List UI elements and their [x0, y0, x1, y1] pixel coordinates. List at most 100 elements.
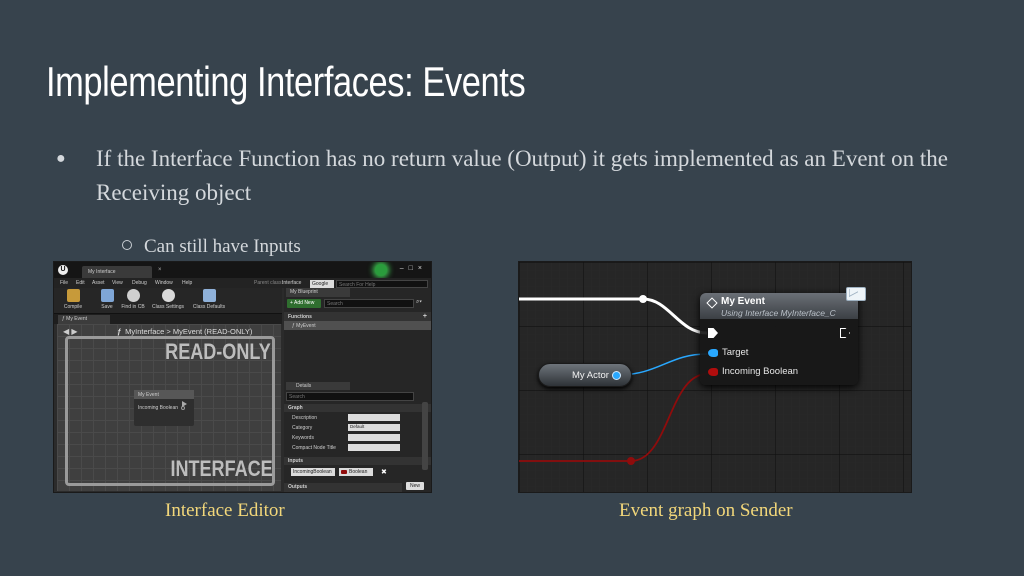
save-icon: [100, 289, 114, 302]
compact-node-title-field[interactable]: [348, 444, 400, 451]
keywords-field[interactable]: [348, 434, 400, 441]
magnifier-icon: [126, 289, 140, 302]
google-search-select[interactable]: Google: [310, 280, 334, 288]
interface-link[interactable]: Interface: [282, 280, 301, 286]
details-tab[interactable]: Details: [286, 382, 350, 390]
caption-event-graph: Event graph on Sender: [619, 500, 793, 521]
sliders-icon: [202, 289, 216, 302]
add-new-button[interactable]: + Add New: [287, 299, 321, 308]
details-search-input[interactable]: Search: [286, 392, 414, 401]
mini-node-pin-label: Incoming Boolean: [138, 405, 179, 411]
find-in-cb-label: Find in CB: [121, 304, 145, 310]
interface-graph-area[interactable]: ◀ ▶ ƒ MyInterface > MyEvent (READ-ONLY) R…: [57, 324, 281, 491]
input-name-field[interactable]: IncomingBoolean: [291, 468, 335, 476]
add-function-icon[interactable]: +: [423, 313, 427, 320]
breadcrumb: ƒ MyInterface > MyEvent (READ-ONLY): [117, 327, 252, 336]
actor-output-pin[interactable]: [612, 371, 621, 380]
prop-description-label: Description: [292, 415, 318, 421]
menu-asset[interactable]: Asset: [92, 280, 105, 286]
my-actor-node[interactable]: My Actor: [538, 363, 632, 387]
event-diamond-icon: [706, 297, 718, 309]
target-pin-label: Target: [722, 347, 749, 358]
remove-input-icon[interactable]: ✖: [381, 468, 387, 476]
incoming-boolean-pin[interactable]: [708, 368, 718, 376]
search-icon[interactable]: ⌕▾: [416, 299, 422, 306]
record-highlight-icon[interactable]: [375, 264, 387, 276]
event-node-title: My Event: [721, 296, 765, 307]
prop-category-label: Category: [292, 425, 313, 431]
new-input-button[interactable]: New: [406, 482, 424, 490]
event-node-subtitle: Using Interface MyInterface_C: [721, 308, 836, 318]
bullet-dot: ●: [56, 150, 66, 167]
class-defaults-label: Class Defaults: [192, 304, 226, 310]
description-field[interactable]: [348, 414, 400, 421]
graph-tab-label: My Event: [66, 316, 88, 322]
my-blueprint-tab[interactable]: My Blueprint: [286, 288, 350, 297]
event-node-header: My Event Using Interface MyInterface_C: [700, 293, 858, 319]
bullet-text: If the Interface Function has no return …: [96, 146, 949, 205]
blueprint-search-input[interactable]: Search: [324, 299, 414, 308]
class-settings-button[interactable]: Class Settings: [148, 289, 188, 310]
details-panel: Details Search Graph Description Categor…: [284, 380, 431, 492]
exec-reroute-knot: [639, 295, 647, 303]
my-event-node[interactable]: My Event Using Interface MyInterface_C T…: [700, 287, 866, 385]
boolean-reroute-knot: [627, 457, 635, 465]
class-defaults-button[interactable]: Class Defaults: [188, 289, 230, 310]
menu-help[interactable]: Help: [182, 280, 192, 286]
menu-debug[interactable]: Debug: [132, 280, 147, 286]
function-item-label: MyEvent: [296, 323, 316, 329]
breadcrumb-text: MyInterface > MyEvent (READ-ONLY): [125, 327, 253, 336]
interface-editor-screenshot: U My Interface × –□× File Edit Asset Vie…: [53, 261, 432, 493]
functions-section-header[interactable]: Functions +: [284, 312, 431, 321]
prop-keywords-label: Keywords: [292, 435, 314, 441]
read-only-watermark: READ-ONLY: [165, 339, 271, 364]
sub-bullet-text: Can still have Inputs: [144, 236, 301, 257]
my-event-signature-node[interactable]: My Event Incoming Boolean: [134, 390, 194, 426]
event-graph-screenshot: My Actor My Event Using Interface MyInte…: [518, 261, 912, 493]
close-icon[interactable]: ×: [158, 267, 162, 273]
envelope-icon: [846, 287, 866, 301]
my-actor-label: My Actor: [572, 370, 609, 381]
editor-asset-tab[interactable]: My Interface: [82, 266, 152, 278]
interface-watermark: INTERFACE: [170, 456, 273, 481]
bool-type-icon: [341, 470, 347, 474]
editor-toolbar: Compile Save Find in CB Class Settings C…: [54, 288, 282, 314]
editor-titlebar: U My Interface × –□×: [54, 262, 431, 278]
menu-edit[interactable]: Edit: [76, 280, 85, 286]
window-controls[interactable]: –□×: [400, 265, 427, 272]
exec-in-pin[interactable]: [708, 328, 718, 338]
sub-bullet-ring: [122, 240, 132, 250]
exec-out-pin[interactable]: [840, 328, 850, 338]
details-scrollbar[interactable]: [422, 402, 428, 470]
target-pin[interactable]: [708, 349, 718, 357]
save-label: Save: [101, 304, 113, 310]
inputs-section-header[interactable]: Inputs: [284, 457, 431, 465]
my-blueprint-panel: My Blueprint + Add New Search ⌕▾ Functio…: [284, 288, 431, 380]
compile-button[interactable]: Compile: [56, 289, 90, 310]
menu-window[interactable]: Window: [155, 280, 173, 286]
menu-view[interactable]: View: [112, 280, 123, 286]
compile-label: Compile: [63, 304, 83, 310]
find-in-cb-button[interactable]: Find in CB: [116, 289, 150, 310]
compile-icon: [66, 289, 80, 302]
menu-file[interactable]: File: [60, 280, 68, 286]
prop-compact-title-label: Compact Node Title: [292, 445, 336, 451]
main-bullet: ● If the Interface Function has no retur…: [56, 142, 988, 210]
class-settings-label: Class Settings: [152, 304, 184, 310]
mini-node-title: My Event: [134, 390, 194, 399]
gear-icon: [161, 289, 175, 302]
category-select[interactable]: Default: [348, 424, 400, 431]
editor-menubar: File Edit Asset View Debug Window Help P…: [54, 278, 431, 288]
functions-header-label: Functions: [288, 314, 312, 320]
graph-section-header[interactable]: Graph: [284, 404, 431, 412]
slide-title: Implementing Interfaces: Events: [46, 58, 526, 105]
unreal-logo-icon: U: [58, 265, 68, 275]
graph-tabbar: ƒ My Event: [54, 314, 282, 324]
search-help-input[interactable]: Search For Help: [336, 280, 428, 288]
back-forward-icon[interactable]: ◀ ▶: [63, 327, 78, 336]
input-type-select[interactable]: Boolean: [339, 468, 373, 476]
function-item-myevent[interactable]: ƒ MyEvent: [284, 321, 431, 330]
caption-interface-editor: Interface Editor: [165, 500, 285, 521]
graph-tab-my-event[interactable]: ƒ My Event: [58, 315, 110, 324]
outputs-section-header[interactable]: Outputs: [284, 483, 402, 492]
